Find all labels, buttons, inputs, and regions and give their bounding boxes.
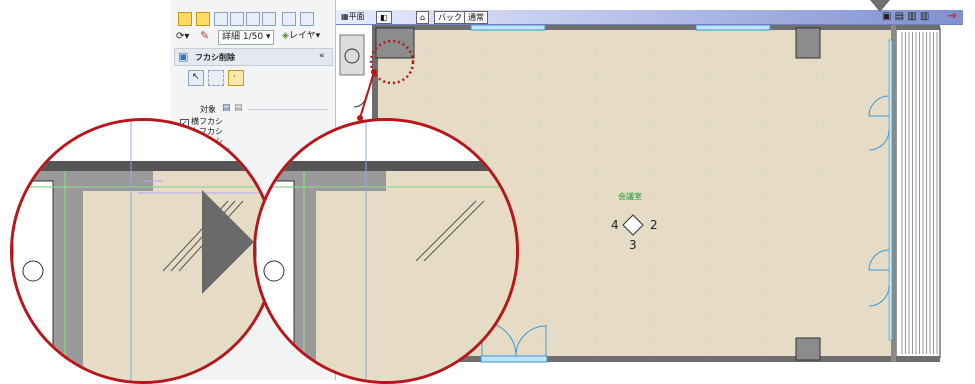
home-icon[interactable]: ⌂ [416, 11, 430, 24]
line-tool-button[interactable] [214, 12, 228, 26]
window-bottom [480, 355, 548, 363]
select-all-icon[interactable]: ▤ [222, 103, 231, 114]
marker-number-left: 4 [611, 218, 619, 232]
layer-icon: ◈ [282, 31, 289, 41]
column-top-right [795, 27, 821, 59]
toolbar-row-2: ⟳▾ ✎ 詳細 1/50 ▾ ◈レイヤ▾ [170, 28, 335, 50]
diagonal-tool-button[interactable] [246, 12, 260, 26]
tab-3d[interactable]: ◧ [376, 11, 392, 24]
window-top-2 [695, 24, 771, 31]
toolbar-row-1 [170, 8, 335, 30]
snap-icon[interactable]: ⟳▾ [176, 31, 189, 42]
arrow-right-icon[interactable]: ➜ [948, 10, 957, 21]
clear-all-icon[interactable]: ▤ [234, 103, 243, 114]
wall-tool-button[interactable] [196, 12, 210, 26]
column-top-left [375, 27, 415, 59]
grid-tool-button[interactable] [262, 12, 276, 26]
symbol-column [339, 34, 365, 76]
scale-select[interactable]: 詳細 1/50 ▾ [218, 30, 275, 45]
layer-button[interactable]: ◈レイヤ▾ [282, 31, 320, 42]
scale-select-value: 詳細 1/50 [222, 32, 264, 42]
marker-number-right: 2 [650, 218, 658, 232]
bracket-tool-button[interactable] [300, 12, 314, 26]
dropdown-triangle-icon [870, 0, 890, 12]
window-top-1 [470, 24, 546, 31]
target-label: 対象 [200, 105, 216, 114]
tab-plan-label: 平面 [348, 12, 365, 21]
point-select-icon[interactable]: · [228, 70, 244, 86]
panel-header: ▣ フカシ削除 « [174, 48, 333, 66]
checkbox-label: 横フカシ [191, 117, 223, 126]
window-right [888, 39, 893, 341]
column-bottom-right [795, 337, 821, 361]
print-icons[interactable]: ▣ ▤ ▥ ▥ [882, 11, 929, 22]
plan-icon: ▦ [341, 12, 349, 21]
panel-icon: ▣ [178, 50, 189, 63]
rect-select-icon[interactable] [208, 70, 224, 86]
tab-normal[interactable]: 通常 [464, 11, 488, 24]
zoom-after-circle [253, 118, 519, 384]
tab-back[interactable]: バック [434, 11, 466, 24]
layer-label: レイヤ [288, 31, 316, 41]
dimension-tool-button[interactable] [282, 12, 296, 26]
room-name: 会議室 [618, 192, 642, 201]
view-tab-strip: ▦平面 ◧ ⌂ バック 通常 ▣ ▤ ▥ ▥ ➜ [336, 10, 963, 25]
marker-number-bottom: 3 [629, 238, 637, 252]
tab-plan[interactable]: ▦平面 [338, 11, 368, 22]
before-after-arrow-icon [202, 190, 254, 294]
callout-dot-top [371, 69, 377, 75]
collapse-icon[interactable]: « [319, 51, 325, 62]
divider [248, 109, 328, 110]
select-mode-icon[interactable]: ↖ [188, 70, 204, 86]
draw-mode-button[interactable] [178, 12, 192, 26]
panel-title: フカシ削除 [195, 53, 235, 62]
pencil-icon[interactable]: ✎ [200, 30, 209, 41]
callout-line [359, 71, 375, 119]
arc-tool-button[interactable] [230, 12, 244, 26]
